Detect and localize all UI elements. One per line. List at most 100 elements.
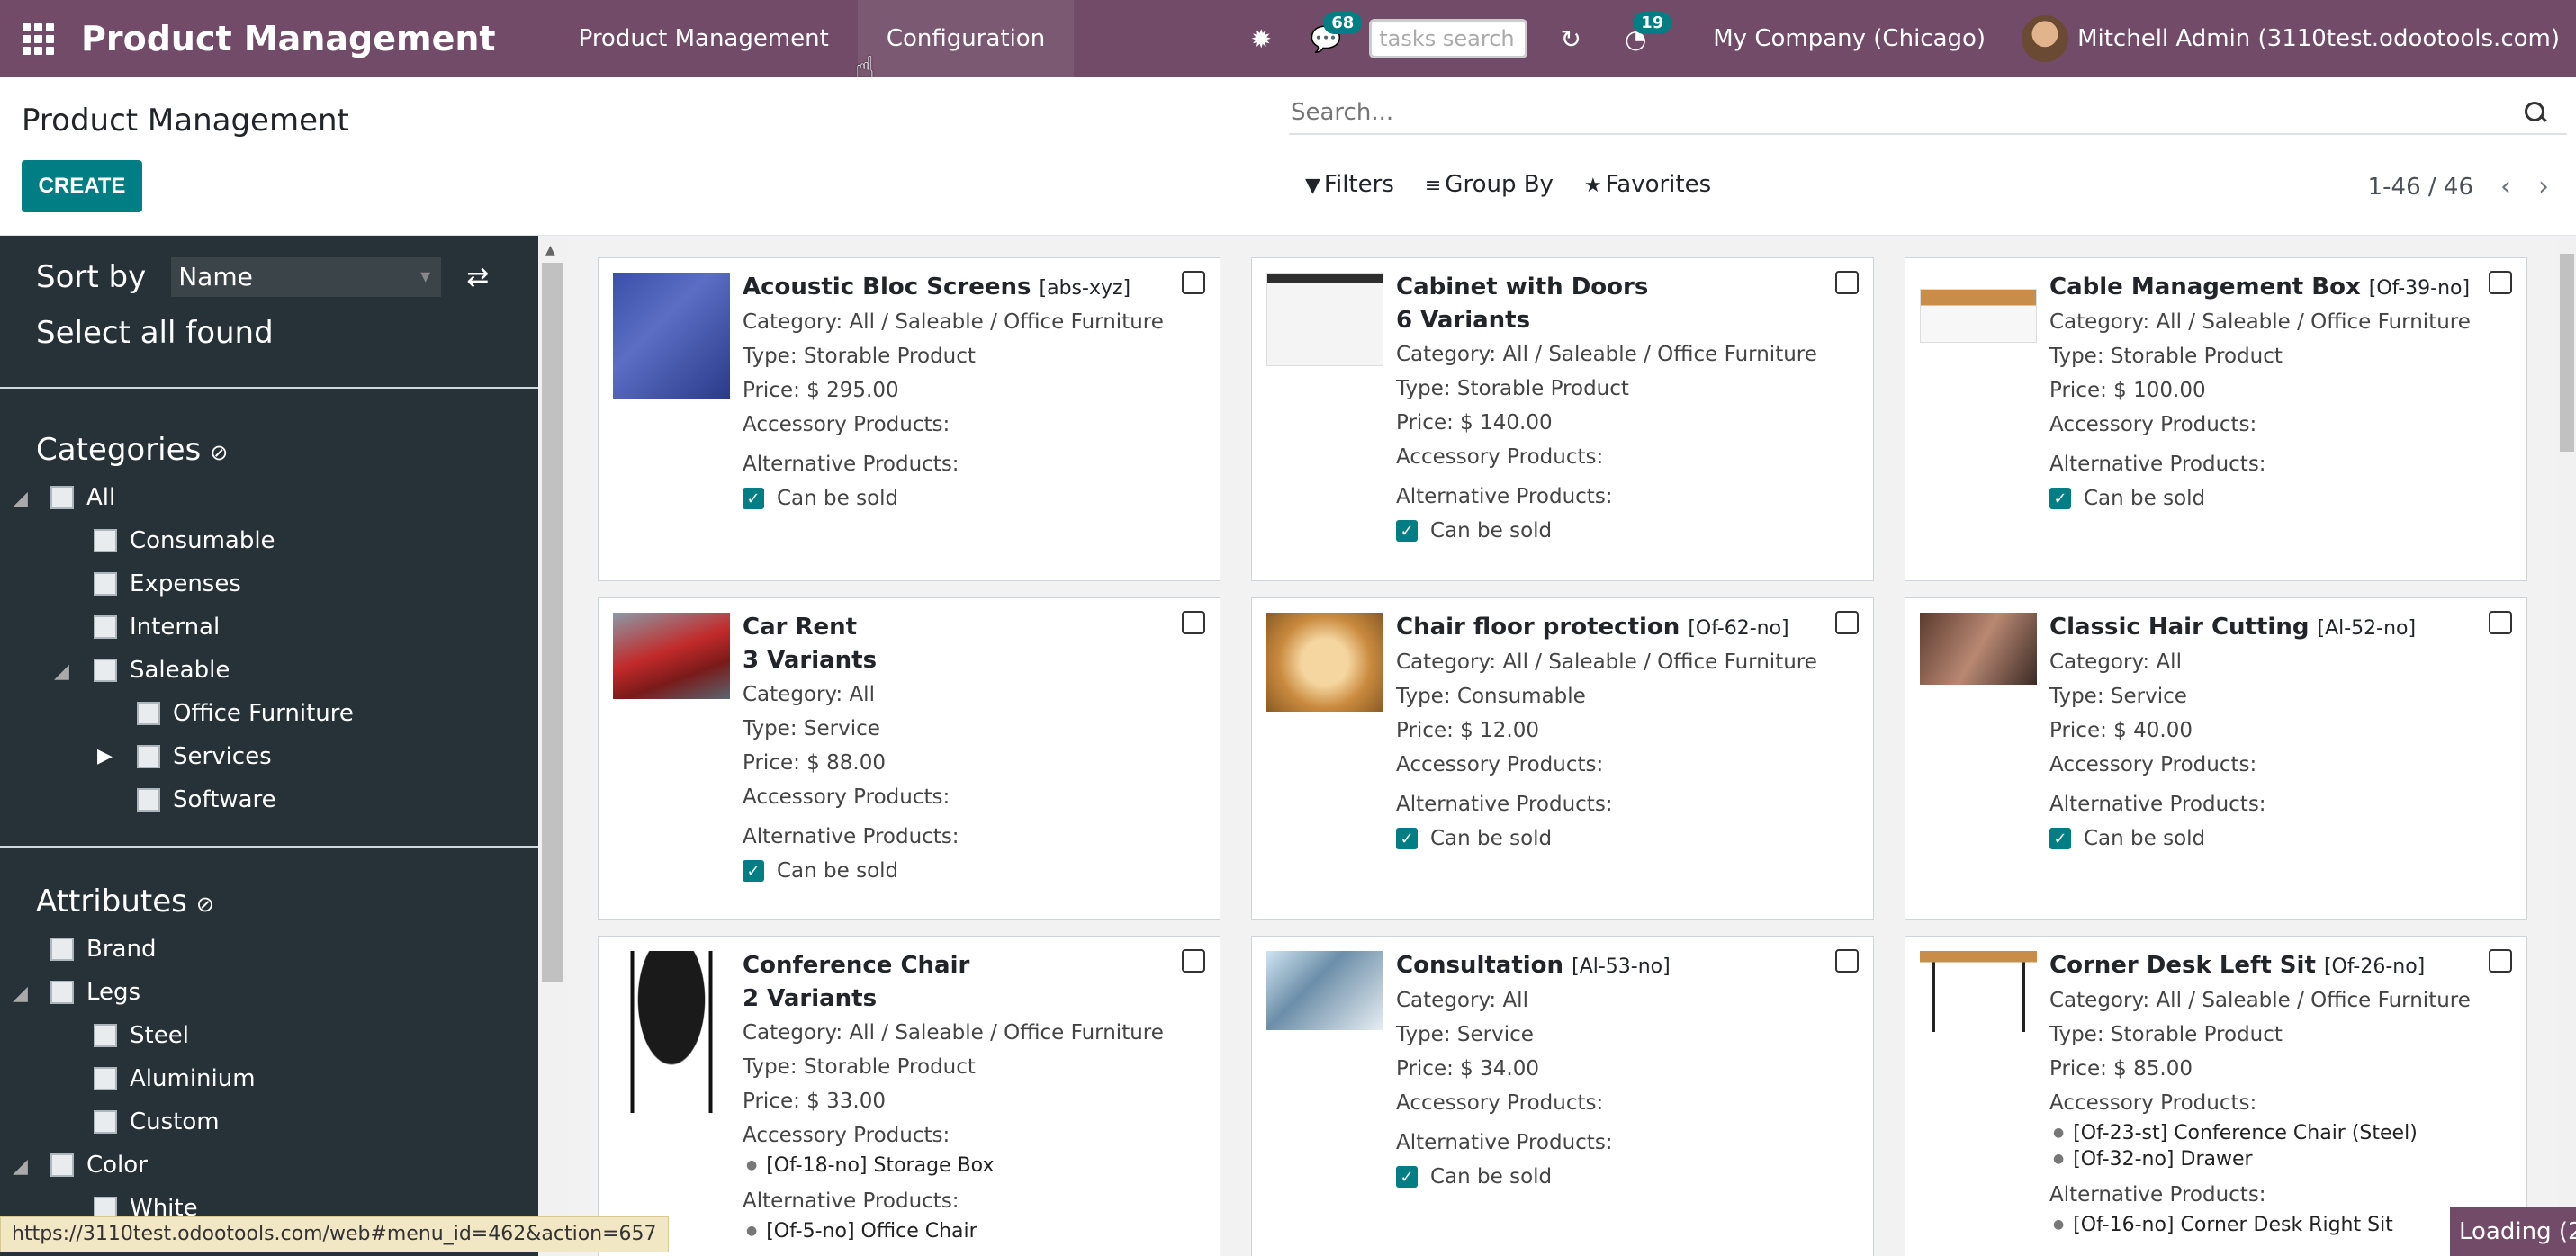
scroll-up-icon[interactable]: ▲: [545, 243, 555, 257]
product-card[interactable]: Cable Management Box [Of-39-no] Category…: [1905, 257, 2527, 581]
checkbox[interactable]: [94, 1067, 117, 1090]
attribute-label: Aluminium: [130, 1065, 256, 1092]
sort-direction-icon[interactable]: ⇄: [466, 262, 489, 293]
checkbox[interactable]: [50, 981, 74, 1004]
product-card[interactable]: Car Rent 3 Variants Category: All Type: …: [598, 597, 1220, 920]
product-card[interactable]: Conference Chair 2 Variants Category: Al…: [598, 936, 1220, 1256]
category-consumable[interactable]: Consumable: [94, 527, 275, 554]
scrollbar-thumb[interactable]: [542, 263, 563, 982]
pager-next-icon[interactable]: ›: [2538, 171, 2549, 202]
attribute-brand[interactable]: Brand: [50, 936, 156, 963]
refresh-icon[interactable]: ↻: [1553, 21, 1589, 57]
collapse-arrow-icon[interactable]: ◢: [13, 488, 28, 510]
sort-select[interactable]: Name: [171, 257, 442, 297]
debug-bug-icon[interactable]: ✹: [1243, 21, 1279, 57]
activities-count-badge: 19: [1633, 12, 1672, 34]
main-scrollbar[interactable]: [2558, 236, 2576, 1256]
alternative-item: [Of-5-no] Office Chair: [743, 1218, 1202, 1244]
product-card[interactable]: Classic Hair Cutting [Al-52-no] Category…: [1905, 597, 2527, 920]
category-label: Office Furniture: [173, 700, 354, 727]
checkbox[interactable]: [50, 1153, 74, 1177]
product-card[interactable]: Consultation [Al-53-no] Category: All Ty…: [1251, 936, 1874, 1256]
attribute-color[interactable]: Color: [50, 1152, 148, 1179]
product-card[interactable]: Corner Desk Left Sit [Of-26-no] Category…: [1905, 936, 2527, 1256]
product-card[interactable]: Chair floor protection [Of-62-no] Catego…: [1251, 597, 1874, 920]
product-name-text: Cable Management Box: [2049, 274, 2361, 301]
clear-attributes-icon[interactable]: ⊘: [196, 892, 214, 917]
card-body: Car Rent 3 Variants Category: All Type: …: [743, 611, 1202, 883]
product-ref: [Of-62-no]: [1688, 617, 1789, 640]
checkbox[interactable]: [94, 529, 117, 552]
product-price: Price: $ 85.00: [2049, 1057, 2193, 1081]
product-price: Price: $ 88.00: [743, 751, 886, 775]
category-office-furniture[interactable]: Office Furniture: [137, 700, 354, 727]
checkbox[interactable]: [137, 788, 160, 812]
category-internal[interactable]: Internal: [94, 614, 220, 641]
checkbox[interactable]: [94, 572, 117, 596]
pager-value[interactable]: 1-46 / 46: [2368, 174, 2473, 201]
product-card[interactable]: Cabinet with Doors 6 Variants Category: …: [1251, 257, 1874, 581]
product-price: Price: $ 40.00: [2049, 719, 2193, 742]
checkbox[interactable]: [50, 486, 74, 509]
messages-icon[interactable]: 💬 68: [1308, 12, 1363, 57]
checkbox[interactable]: [137, 702, 160, 725]
attribute-aluminium[interactable]: Aluminium: [94, 1065, 256, 1092]
checkbox[interactable]: [137, 745, 160, 768]
menu-product-management[interactable]: Product Management: [550, 0, 858, 77]
product-image: [613, 951, 730, 1113]
checkbox[interactable]: [94, 659, 117, 682]
pager-previous-icon[interactable]: ‹: [2500, 171, 2511, 202]
search-input[interactable]: [1289, 99, 2522, 126]
collapse-arrow-icon[interactable]: ◢: [54, 660, 69, 683]
checkbox[interactable]: [94, 1110, 117, 1134]
menu-configuration[interactable]: Configuration: [857, 0, 1075, 77]
product-category: Category: All: [743, 683, 875, 706]
alternative-label: Alternative Products:: [2049, 793, 2266, 816]
category-label: Services: [173, 743, 272, 770]
search-icon[interactable]: [2522, 99, 2549, 126]
attribute-custom[interactable]: Custom: [94, 1108, 220, 1135]
product-name: Cabinet with Doors: [1396, 271, 1855, 303]
product-card[interactable]: Acoustic Bloc Screens [abs-xyz] Category…: [598, 257, 1220, 581]
accessory-label: Accessory Products:: [743, 785, 950, 809]
create-button[interactable]: CREATE: [22, 160, 142, 212]
attribute-legs[interactable]: Legs: [50, 979, 140, 1006]
clear-categories-icon[interactable]: ⊘: [210, 440, 228, 465]
sidebar-scrollbar[interactable]: ▲: [538, 236, 567, 1256]
activities-clock-icon[interactable]: ◔ 19: [1617, 12, 1672, 57]
category-software[interactable]: Software: [137, 786, 276, 813]
category-expenses[interactable]: Expenses: [94, 570, 241, 597]
favorites-toggle[interactable]: ★ Favorites: [1584, 171, 1711, 198]
collapse-arrow-icon[interactable]: ◢: [13, 1155, 28, 1178]
user-menu[interactable]: Mitchell Admin (3110test.odootools.com): [2077, 25, 2560, 52]
checkbox[interactable]: [50, 938, 74, 961]
tasks-search-input[interactable]: tasks search: [1369, 19, 1528, 58]
filters-toggle[interactable]: ▼ Filters: [1305, 171, 1394, 198]
category-services[interactable]: Services: [137, 743, 272, 770]
alternative-item: [Of-16-no] Corner Desk Right Sit: [2049, 1212, 2508, 1238]
app-brand[interactable]: Product Management: [81, 19, 496, 58]
company-switcher[interactable]: My Company (Chicago): [1713, 25, 1986, 52]
expand-arrow-icon[interactable]: ▶: [97, 745, 113, 767]
accessory-label: Accessory Products:: [743, 413, 950, 436]
checkbox[interactable]: [94, 615, 117, 639]
accessory-item: [Of-18-no] Storage Box: [743, 1153, 1202, 1179]
apps-menu-icon[interactable]: [20, 21, 56, 57]
select-all-found[interactable]: Select all found: [36, 315, 274, 351]
scrollbar-thumb[interactable]: [2560, 254, 2574, 452]
group-by-toggle[interactable]: ≡ Group By: [1425, 171, 1554, 198]
product-name-text: Consultation: [1396, 952, 1564, 979]
category-saleable[interactable]: Saleable: [94, 657, 230, 684]
user-avatar[interactable]: [2022, 15, 2069, 62]
category-label: Saleable: [130, 657, 230, 684]
collapse-arrow-icon[interactable]: ◢: [13, 982, 28, 1005]
filter-sidebar: Sort by Name ⇄ Select all found Categori…: [0, 236, 538, 1256]
product-category: Category: All / Saleable / Office Furnit…: [2049, 310, 2471, 334]
product-image: [613, 273, 730, 399]
attribute-label: Legs: [86, 979, 141, 1006]
checkbox[interactable]: [94, 1024, 117, 1047]
check-icon: ✓: [2049, 828, 2071, 849]
category-all[interactable]: All: [50, 484, 115, 511]
product-category: Category: All: [1396, 989, 1528, 1012]
attribute-steel[interactable]: Steel: [94, 1022, 189, 1049]
